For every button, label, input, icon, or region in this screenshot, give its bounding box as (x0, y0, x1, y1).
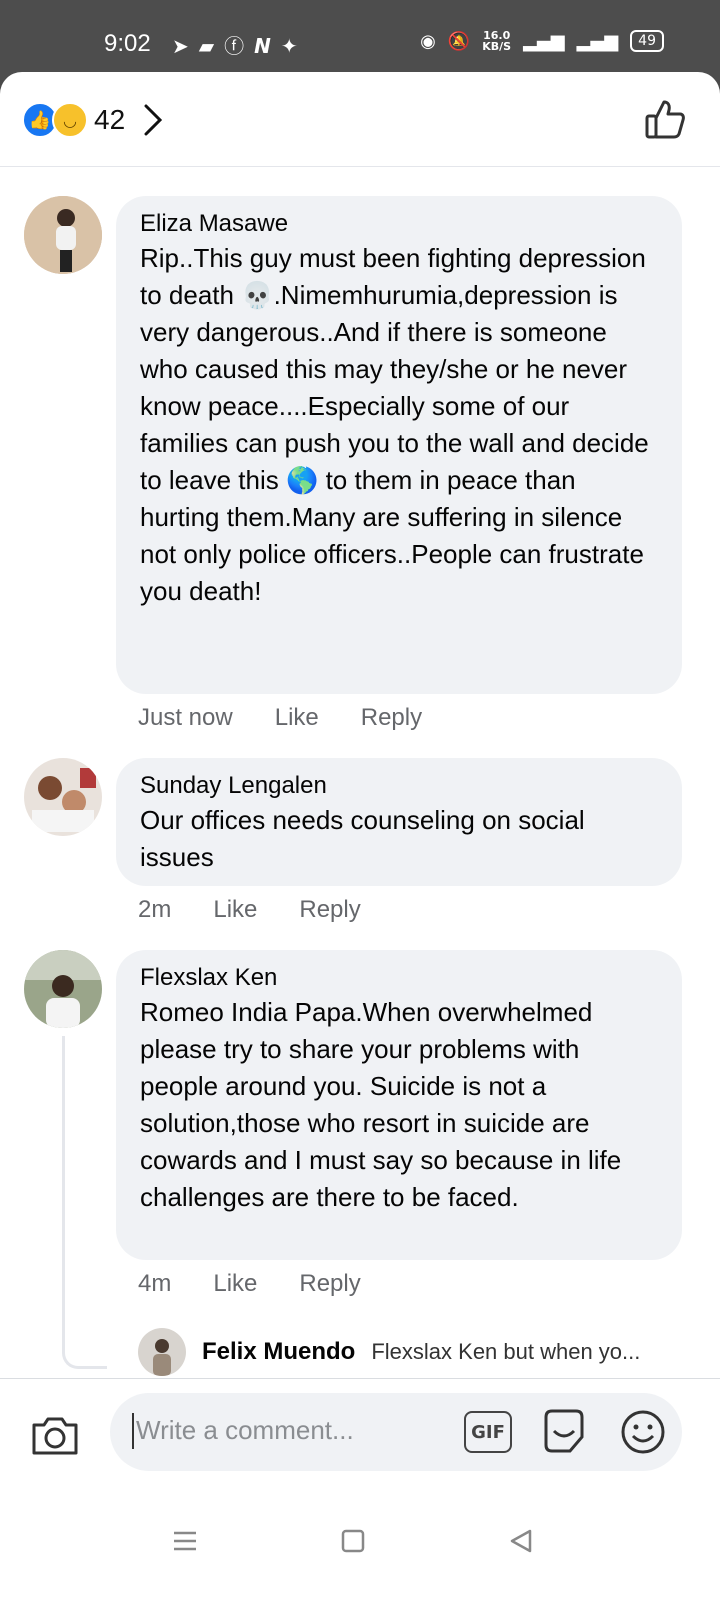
comment-actions: 2m Like Reply (138, 896, 361, 924)
text-caret (132, 1413, 134, 1449)
reply-avatar (138, 1328, 186, 1376)
comment-actions: Just now Like Reply (138, 704, 422, 732)
comment-bubble[interactable]: Flexslax Ken Romeo India Papa.When overw… (116, 950, 682, 1260)
facebook-icon: ⓕ (224, 34, 255, 58)
speed-unit: KB/S (482, 40, 512, 53)
network-speed: 16.0 KB/S (482, 30, 511, 52)
reply-author: Felix Muendo (202, 1338, 356, 1365)
status-time: 9:02 (104, 30, 151, 57)
like-button-icon[interactable] (644, 98, 686, 140)
system-nav-bar (0, 1490, 720, 1600)
reactions-header: 👍 ◡ 42 (0, 72, 720, 167)
avatar[interactable] (24, 950, 102, 1028)
data-saver-icon: ◉ (420, 30, 436, 52)
avatar[interactable] (24, 758, 102, 836)
status-right: ◉ 🔕 16.0 KB/S ▂▄▆ ▂▄▆ 49 (420, 30, 664, 52)
battery-icon: 49 (630, 30, 664, 52)
emoji-icon[interactable] (620, 1409, 666, 1455)
avatar-photo (24, 758, 102, 836)
reply-preview[interactable]: Felix Muendo Flexslax Ken but when yo... (138, 1328, 640, 1376)
back-nav-icon[interactable] (508, 1528, 534, 1554)
reply-link[interactable]: Reply (299, 1270, 360, 1298)
signal-icon: ▂▄▆ (523, 30, 565, 52)
notification-icons: ➤▰ⓕN✦ (172, 30, 308, 59)
home-nav-icon[interactable] (340, 1528, 366, 1554)
gif-button[interactable]: GIF (464, 1411, 512, 1453)
reactions-summary[interactable]: 👍 ◡ 42 (22, 102, 163, 138)
like-link[interactable]: Like (213, 896, 257, 924)
status-bar: 9:02 ➤▰ⓕN✦ ◉ 🔕 16.0 KB/S ▂▄▆ ▂▄▆ 49 (0, 0, 720, 80)
comment-placeholder: Write a comment... (136, 1415, 354, 1445)
netflix-icon: N (254, 34, 281, 58)
comment-composer: Write a comment... GIF (0, 1378, 720, 1491)
menu-nav-icon[interactable] (172, 1528, 198, 1554)
signal-hplus-icon: ▂▄▆ (576, 30, 619, 52)
comment-text: Our offices needs counseling on social i… (140, 805, 585, 872)
comment-bubble[interactable]: Eliza Masawe Rip..This guy must been fig… (116, 196, 682, 694)
avatar-photo (138, 1328, 186, 1376)
comment-time: Just now (138, 704, 233, 731)
comment-author[interactable]: Eliza Masawe (140, 210, 658, 238)
sticker-icon[interactable] (540, 1407, 588, 1455)
message-icon: ▰ (198, 34, 225, 58)
comment-author[interactable]: Flexslax Ken (140, 964, 658, 992)
reply-snippet: Flexslax Ken but when yo... (371, 1339, 641, 1364)
comments-sheet: 👍 ◡ 42 Eliza Masawe Rip..This guy must b… (0, 72, 720, 1600)
avatar-photo (24, 196, 102, 274)
avatar-photo (24, 950, 102, 1028)
thread-connector (62, 1036, 107, 1369)
reaction-count: 42 (94, 104, 126, 135)
comment-text: Rip..This guy must been fighting depress… (140, 243, 649, 606)
chevron-right-icon (144, 104, 163, 136)
comment-time: 2m (138, 896, 172, 923)
mute-icon: 🔕 (447, 30, 471, 52)
like-link[interactable]: Like (275, 704, 319, 732)
reply-link[interactable]: Reply (299, 896, 360, 924)
comment-time: 4m (138, 1270, 172, 1297)
comment-text: Romeo India Papa.When overwhelmed please… (140, 997, 622, 1212)
comment-author[interactable]: Sunday Lengalen (140, 772, 658, 800)
telegram-icon: ➤ (172, 34, 199, 58)
reply-link[interactable]: Reply (361, 704, 422, 732)
like-link[interactable]: Like (213, 1270, 257, 1298)
comment-input[interactable]: Write a comment... GIF (110, 1393, 682, 1471)
twitter-icon: ✦ (280, 34, 308, 58)
sad-reaction-icon: ◡ (52, 102, 88, 138)
camera-icon[interactable] (30, 1413, 80, 1457)
comment-actions: 4m Like Reply (138, 1270, 361, 1298)
comment-bubble[interactable]: Sunday Lengalen Our offices needs counse… (116, 758, 682, 886)
avatar[interactable] (24, 196, 102, 274)
